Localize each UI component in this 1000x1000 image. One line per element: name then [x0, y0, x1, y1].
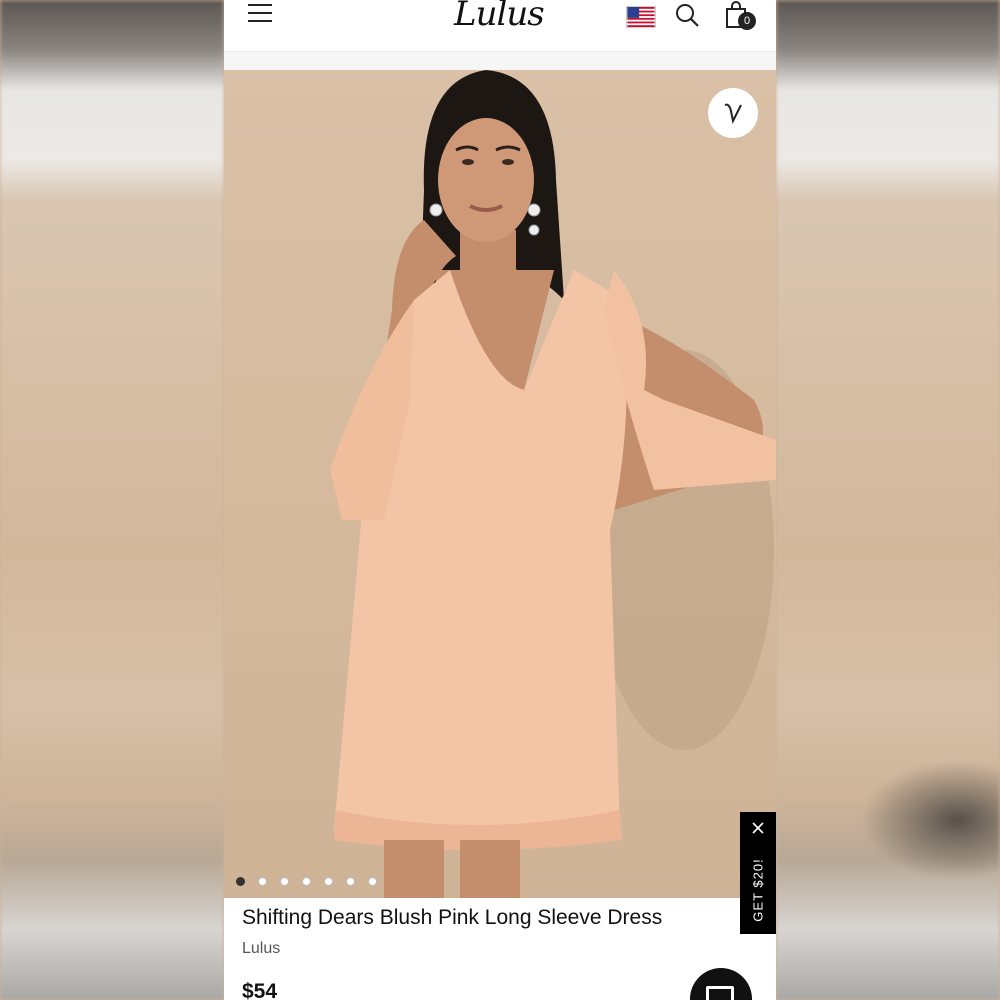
product-price: $54 — [242, 980, 278, 1000]
carousel-dot[interactable] — [302, 877, 311, 886]
us-flag-icon[interactable] — [626, 6, 656, 28]
header-spacer — [224, 52, 776, 70]
product-brand[interactable]: Lulus — [242, 940, 742, 958]
carousel-dot[interactable] — [258, 877, 267, 886]
promo-label[interactable]: GET $20! — [751, 858, 766, 921]
carousel-dot[interactable] — [236, 877, 245, 886]
site-header: Lulus 0 — [224, 0, 776, 52]
close-icon[interactable] — [750, 820, 766, 836]
product-photo — [330, 70, 776, 898]
product-page: Lulus 0 GET $20! Shifting Dears Blush Pi… — [224, 0, 776, 1000]
heart-icon — [724, 103, 742, 125]
promo-tab[interactable]: GET $20! — [740, 812, 776, 934]
carousel-dot[interactable] — [324, 877, 333, 886]
product-info: Shifting Dears Blush Pink Long Sleeve Dr… — [242, 906, 742, 958]
chat-icon — [706, 986, 734, 1000]
carousel-dot[interactable] — [346, 877, 355, 886]
site-logo[interactable]: Lulus — [454, 0, 545, 34]
product-image-carousel[interactable] — [224, 70, 776, 898]
menu-icon[interactable] — [248, 4, 272, 24]
blurred-background-right — [776, 0, 1000, 1000]
product-title: Shifting Dears Blush Pink Long Sleeve Dr… — [242, 906, 663, 929]
search-icon[interactable] — [674, 2, 700, 28]
chat-button[interactable] — [690, 968, 752, 1000]
carousel-dot[interactable] — [368, 877, 377, 886]
blurred-background-left — [0, 0, 224, 1000]
wishlist-button[interactable] — [708, 88, 758, 138]
carousel-dots — [236, 877, 377, 886]
carousel-dot[interactable] — [280, 877, 289, 886]
cart-count-badge: 0 — [738, 12, 756, 30]
